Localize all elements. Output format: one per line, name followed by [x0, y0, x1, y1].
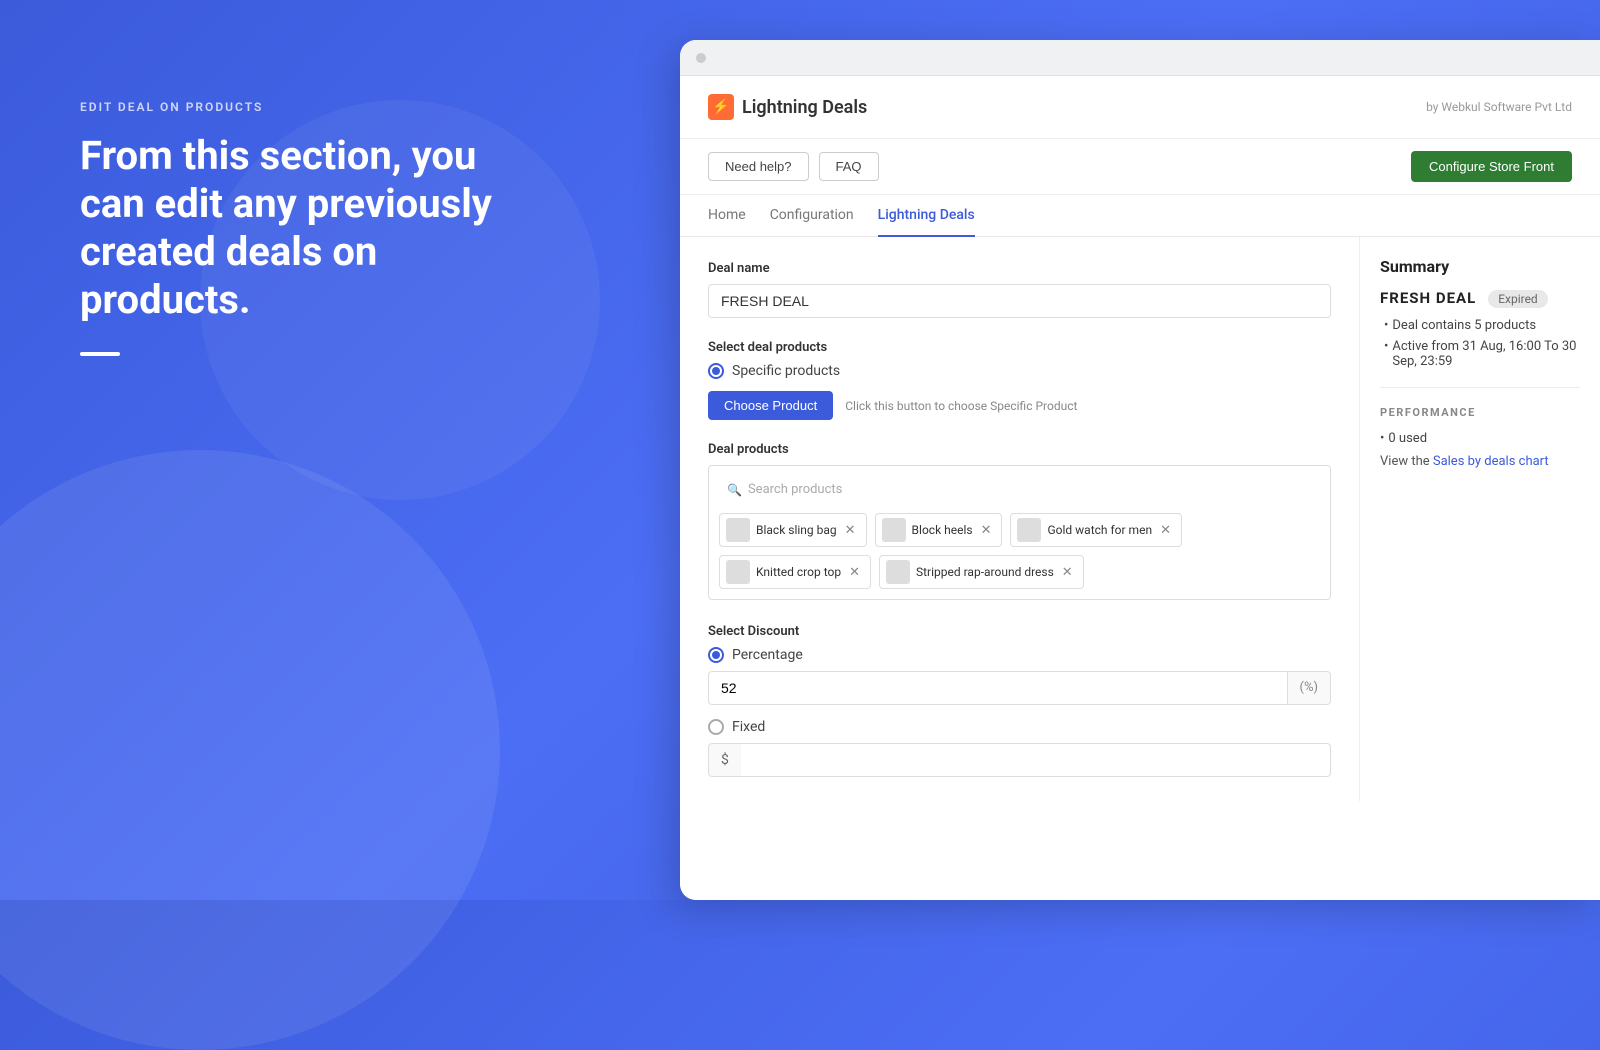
summary-divider — [1380, 387, 1580, 388]
fixed-radio-option[interactable]: Fixed — [708, 719, 1331, 735]
app-content: ⚡ Lightning Deals by Webkul Software Pvt… — [680, 76, 1600, 900]
sales-text: View the — [1380, 454, 1433, 469]
product-thumb-dress — [886, 560, 910, 584]
fixed-input-wrap: $ — [708, 743, 1331, 777]
select-discount-label: Select Discount — [708, 624, 1331, 639]
product-thumb-sling — [726, 518, 750, 542]
fixed-input[interactable] — [741, 743, 1331, 777]
left-panel: EDIT DEAL ON PRODUCTS From this section,… — [80, 100, 500, 356]
product-tag-block-heels: Block heels ✕ — [875, 513, 1003, 547]
app-title: ⚡ Lightning Deals — [708, 94, 867, 120]
specific-products-radio-option[interactable]: Specific products — [708, 363, 1331, 379]
window-dot — [696, 53, 706, 63]
percentage-radio-option[interactable]: Percentage — [708, 647, 1331, 663]
product-thumb-heels — [882, 518, 906, 542]
summary-panel: Summary FRESH DEAL Expired Deal contains… — [1360, 237, 1600, 801]
percentage-input-wrap: (%) — [708, 671, 1331, 705]
bg-blob-1 — [0, 450, 500, 1050]
select-deal-products-label: Select deal products — [708, 340, 1331, 355]
app-header: ⚡ Lightning Deals by Webkul Software Pvt… — [680, 76, 1600, 139]
summary-bullet-products: Deal contains 5 products — [1384, 318, 1580, 333]
logo-emoji: ⚡ — [712, 99, 729, 115]
product-tag-label: Knitted crop top — [756, 565, 841, 579]
product-tag-knitted-crop-top: Knitted crop top ✕ — [719, 555, 871, 589]
section-label: EDIT DEAL ON PRODUCTS — [80, 100, 500, 114]
choose-product-hint: Click this button to choose Specific Pro… — [845, 399, 1077, 413]
choose-product-button[interactable]: Choose Product — [708, 391, 833, 420]
divider — [80, 352, 120, 356]
select-discount-section: Select Discount Percentage (%) Fixed — [708, 624, 1331, 777]
faq-button[interactable]: FAQ — [819, 152, 879, 181]
product-tag-label: Gold watch for men — [1047, 523, 1152, 537]
percentage-input[interactable] — [708, 671, 1288, 705]
select-deal-products-group: Select deal products Specific products C… — [708, 340, 1331, 420]
product-remove-heels[interactable]: ✕ — [981, 523, 992, 538]
form-section: Deal name Select deal products Specific … — [680, 237, 1360, 801]
sales-by-deals-link[interactable]: Sales by deals chart — [1433, 454, 1549, 469]
nav-tabs: Home Configuration Lightning Deals — [680, 195, 1600, 237]
product-remove-sling[interactable]: ✕ — [845, 523, 856, 538]
products-box: 🔍 Search products Black sling bag ✕ — [708, 465, 1331, 600]
configure-store-front-button[interactable]: Configure Store Front — [1411, 151, 1572, 182]
main-window: ⚡ Lightning Deals by Webkul Software Pvt… — [680, 40, 1600, 900]
specific-products-radio-dot[interactable] — [708, 363, 724, 379]
percentage-suffix: (%) — [1288, 671, 1332, 705]
deal-products-group: Deal products 🔍 Search products Black sl… — [708, 442, 1331, 600]
tab-configuration[interactable]: Configuration — [770, 195, 854, 237]
expired-badge: Expired — [1488, 290, 1548, 308]
search-placeholder-text: Search products — [748, 482, 842, 497]
lightning-logo-icon: ⚡ — [708, 94, 734, 120]
tab-lightning-deals[interactable]: Lightning Deals — [878, 195, 975, 237]
specific-products-label: Specific products — [732, 363, 840, 379]
product-tag-stripped-dress: Stripped rap-around dress ✕ — [879, 555, 1084, 589]
product-tag-label: Black sling bag — [756, 523, 837, 537]
product-thumb-watch — [1017, 518, 1041, 542]
product-tag-label: Stripped rap-around dress — [916, 565, 1054, 579]
app-vendor: by Webkul Software Pvt Ltd — [1426, 100, 1572, 114]
product-tags: Black sling bag ✕ Block heels ✕ Gold wat… — [719, 513, 1320, 589]
search-products-area: 🔍 Search products — [719, 476, 1320, 503]
deal-products-label: Deal products — [708, 442, 1331, 457]
search-icon: 🔍 — [727, 483, 742, 497]
deal-name-label: Deal name — [708, 261, 1331, 276]
app-toolbar: Need help? FAQ Configure Store Front — [680, 139, 1600, 195]
headline: From this section, you can edit any prev… — [80, 132, 500, 324]
app-title-text: Lightning Deals — [742, 97, 867, 118]
summary-deal-name-row: FRESH DEAL Expired — [1380, 288, 1580, 308]
deal-name-group: Deal name — [708, 261, 1331, 318]
product-remove-knit[interactable]: ✕ — [849, 565, 860, 580]
product-remove-watch[interactable]: ✕ — [1160, 523, 1171, 538]
perf-used: 0 used — [1380, 431, 1580, 446]
fixed-prefix: $ — [708, 743, 741, 777]
product-thumb-knit — [726, 560, 750, 584]
sales-link-row: View the Sales by deals chart — [1380, 454, 1580, 469]
product-tag-black-sling-bag: Black sling bag ✕ — [719, 513, 867, 547]
tab-home[interactable]: Home — [708, 195, 746, 237]
summary-title: Summary — [1380, 257, 1580, 276]
percentage-label: Percentage — [732, 647, 803, 663]
product-tag-label: Block heels — [912, 523, 973, 537]
need-help-button[interactable]: Need help? — [708, 152, 809, 181]
performance-label: PERFORMANCE — [1380, 406, 1580, 419]
deal-name-input[interactable] — [708, 284, 1331, 318]
summary-deal-name: FRESH DEAL — [1380, 289, 1476, 307]
product-tag-gold-watch: Gold watch for men ✕ — [1010, 513, 1182, 547]
fixed-radio-dot[interactable] — [708, 719, 724, 735]
product-remove-dress[interactable]: ✕ — [1062, 565, 1073, 580]
summary-bullet-active: Active from 31 Aug, 16:00 To 30 Sep, 23:… — [1384, 339, 1580, 369]
percentage-radio-dot[interactable] — [708, 647, 724, 663]
fixed-label: Fixed — [732, 719, 765, 735]
main-body: Deal name Select deal products Specific … — [680, 237, 1600, 801]
window-topbar — [680, 40, 1600, 76]
